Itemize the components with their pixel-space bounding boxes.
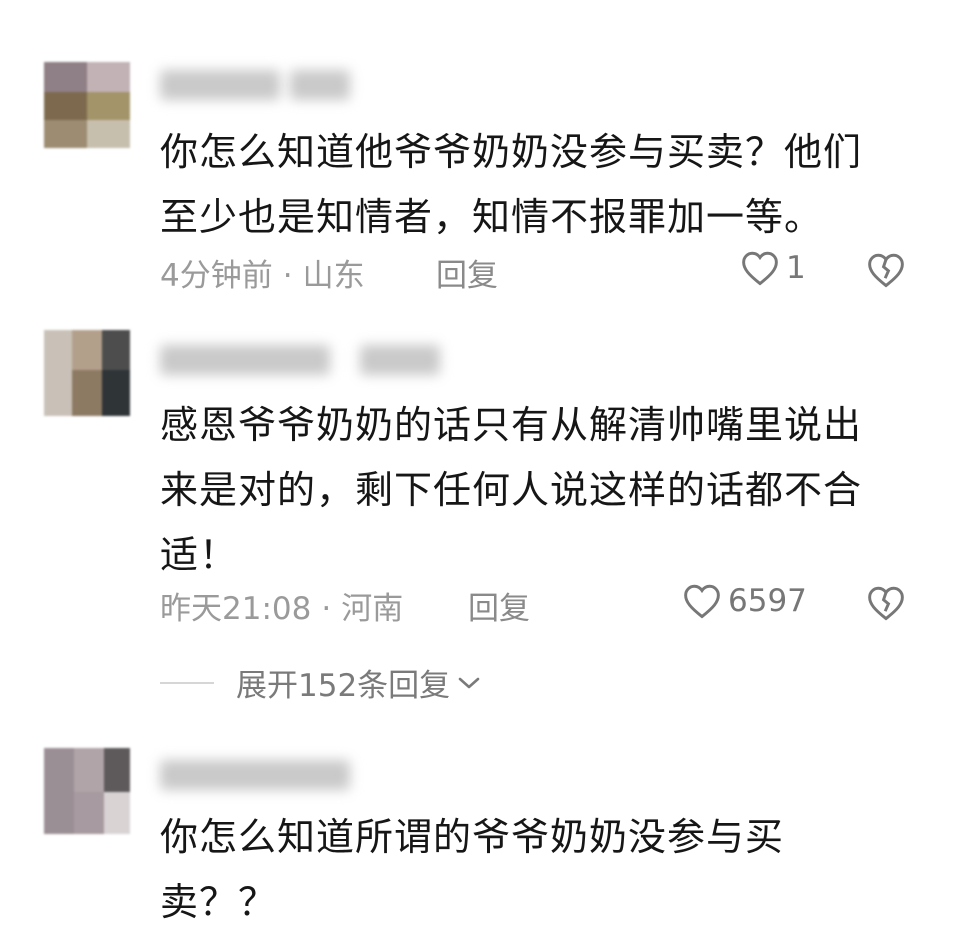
username-blurred[interactable] <box>160 760 360 794</box>
comment-text-line: 你怎么知道所谓的爷爷奶奶没参与买 <box>160 815 785 859</box>
comment-item: 你怎么知道所谓的爷爷奶奶没参与买 卖？？ <box>0 0 960 944</box>
comment-text: 你怎么知道所谓的爷爷奶奶没参与买 卖？？ <box>160 805 900 935</box>
avatar[interactable] <box>44 748 130 834</box>
comment-text-line: 卖？？ <box>160 880 278 924</box>
